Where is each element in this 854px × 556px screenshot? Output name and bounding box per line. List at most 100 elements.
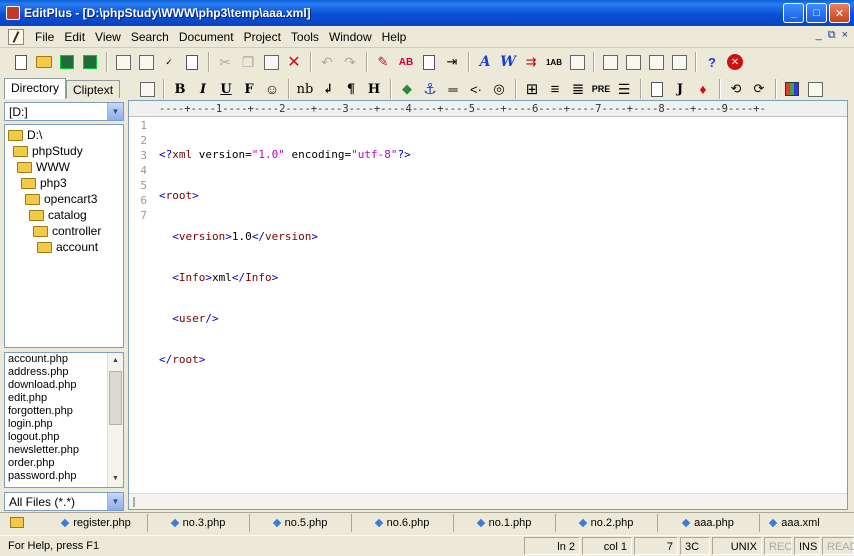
scroll-up-icon[interactable]: ▲ <box>109 354 122 368</box>
doc-tab[interactable]: no.3.php <box>148 513 250 532</box>
close-button[interactable]: ✕ <box>829 3 850 23</box>
list-item[interactable]: download.php <box>5 379 123 392</box>
cliptext-window-button[interactable] <box>645 51 667 73</box>
undo-button[interactable]: ↶ <box>316 51 338 73</box>
list-item[interactable]: account.php <box>5 353 123 366</box>
rotate-button[interactable]: ⟲ <box>725 78 747 100</box>
image-button[interactable]: ◆ <box>396 78 418 100</box>
help-button[interactable]: ? <box>701 51 723 73</box>
folder-icon[interactable] <box>10 517 24 528</box>
file-list[interactable]: account.php address.php download.php edi… <box>4 352 124 488</box>
save-button[interactable] <box>56 51 78 73</box>
line-number-button[interactable]: 1AB <box>543 51 565 73</box>
object-button[interactable]: ◎ <box>488 78 510 100</box>
tree-item[interactable]: php3 <box>21 175 67 191</box>
java-button[interactable]: J <box>669 78 691 100</box>
heading-button[interactable]: H <box>363 78 385 100</box>
list-item[interactable]: address.php <box>5 366 123 379</box>
print-preview-button[interactable] <box>112 51 134 73</box>
directory-tree[interactable]: D:\ phpStudy WWW php3 opencart3 catalog … <box>4 124 124 348</box>
tree-item[interactable]: WWW <box>17 159 70 175</box>
toggle-view-button[interactable] <box>804 78 826 100</box>
goto-line-button[interactable]: ⇥ <box>441 51 463 73</box>
code-line[interactable]: <root> <box>159 188 839 203</box>
tree-item[interactable]: catalog <box>29 207 87 223</box>
refresh-button[interactable]: ⟳ <box>748 78 770 100</box>
line-break-button[interactable]: ↲ <box>317 78 339 100</box>
new-file-button[interactable] <box>10 51 32 73</box>
app-icon[interactable] <box>6 6 20 20</box>
document-menu-icon[interactable] <box>8 28 24 45</box>
doc-tab[interactable]: register.php <box>46 513 148 532</box>
mdi-restore-button[interactable]: ⧉ <box>828 29 836 42</box>
tree-item[interactable]: D:\ <box>8 127 42 143</box>
list-item[interactable]: order.php <box>5 457 123 470</box>
minimize-button[interactable]: _ <box>783 3 804 23</box>
cut-button[interactable]: ✂ <box>214 51 236 73</box>
stop-button[interactable]: ✕ <box>724 51 746 73</box>
menu-search[interactable]: Search <box>126 27 174 47</box>
doc-tab[interactable]: no.1.php <box>454 513 556 532</box>
chevron-down-icon[interactable]: ▼ <box>107 103 123 120</box>
status-format[interactable]: UNIX <box>712 537 762 555</box>
tab-cliptext[interactable]: Cliptext <box>66 80 121 98</box>
menu-file[interactable]: File <box>30 27 59 47</box>
doc-tab[interactable]: no.2.php <box>556 513 658 532</box>
output-window-button[interactable] <box>622 51 644 73</box>
mdi-minimize-button[interactable]: _ <box>816 29 822 42</box>
find-button[interactable]: ✎ <box>372 51 394 73</box>
pre-button[interactable]: PRE <box>590 78 612 100</box>
comment-button[interactable]: <· <box>465 78 487 100</box>
list-item[interactable]: logout.php <box>5 431 123 444</box>
list-item[interactable]: password.php <box>5 470 123 483</box>
browser-preview-button[interactable] <box>136 78 158 100</box>
chevron-down-icon[interactable]: ▼ <box>107 493 123 510</box>
menu-window[interactable]: Window <box>324 27 377 47</box>
save-all-button[interactable] <box>79 51 101 73</box>
file-list-scrollbar[interactable]: ▲ ▼ <box>107 353 123 487</box>
maximize-button[interactable]: □ <box>806 3 827 23</box>
tree-item[interactable]: controller <box>33 223 101 239</box>
horizontal-scrollbar[interactable] <box>129 493 847 509</box>
underline-button[interactable]: U <box>215 78 237 100</box>
delete-button[interactable]: ✕ <box>283 51 305 73</box>
menu-view[interactable]: View <box>90 27 126 47</box>
color-button[interactable]: ☺ <box>261 78 283 100</box>
list-item[interactable]: login.php <box>5 418 123 431</box>
doc-tab[interactable]: aaa.php <box>658 513 760 532</box>
doc-tab[interactable]: no.5.php <box>250 513 352 532</box>
doc-tab-active[interactable]: aaa.xml <box>760 514 830 532</box>
style-button[interactable]: ♦ <box>692 78 714 100</box>
drive-select[interactable]: [D:] ▼ <box>4 102 124 121</box>
horizontal-rule-button[interactable]: ═ <box>442 78 464 100</box>
scroll-down-icon[interactable]: ▼ <box>109 472 122 486</box>
code-text-area[interactable]: <?xml version="1.0" encoding="utf-8"?> <… <box>159 121 839 434</box>
status-ins[interactable]: INS <box>794 537 820 555</box>
code-line[interactable]: </root> <box>159 352 839 367</box>
sort-button[interactable] <box>566 51 588 73</box>
indent-button[interactable]: ⇉ <box>520 51 542 73</box>
properties-button[interactable] <box>181 51 203 73</box>
tab-directory[interactable]: Directory <box>4 78 67 99</box>
bold-button[interactable]: B <box>169 78 191 100</box>
code-line[interactable]: <version>1.0</version> <box>159 229 839 244</box>
form-button[interactable] <box>646 78 668 100</box>
copy-button[interactable]: ❐ <box>237 51 259 73</box>
table-button[interactable]: ⊞ <box>521 78 543 100</box>
menu-project[interactable]: Project <box>239 27 286 47</box>
word-wrap-button[interactable]: W <box>497 51 519 73</box>
code-line[interactable]: <Info>xml</Info> <box>159 270 839 285</box>
code-editor[interactable]: ----+----1----+----2----+----3----+----4… <box>128 100 848 510</box>
paste-button[interactable] <box>260 51 282 73</box>
find-in-files-button[interactable] <box>418 51 440 73</box>
center-button[interactable]: ≡ <box>544 78 566 100</box>
scrollbar-grip[interactable] <box>133 497 135 507</box>
open-button[interactable] <box>33 51 55 73</box>
menu-help[interactable]: Help <box>377 27 412 47</box>
fullscreen-button[interactable] <box>668 51 690 73</box>
nbsp-button[interactable]: nb <box>294 78 316 100</box>
menu-tools[interactable]: Tools <box>286 27 324 47</box>
tree-item[interactable]: account <box>37 239 98 255</box>
redo-button[interactable]: ↷ <box>339 51 361 73</box>
list-item[interactable]: edit.php <box>5 392 123 405</box>
